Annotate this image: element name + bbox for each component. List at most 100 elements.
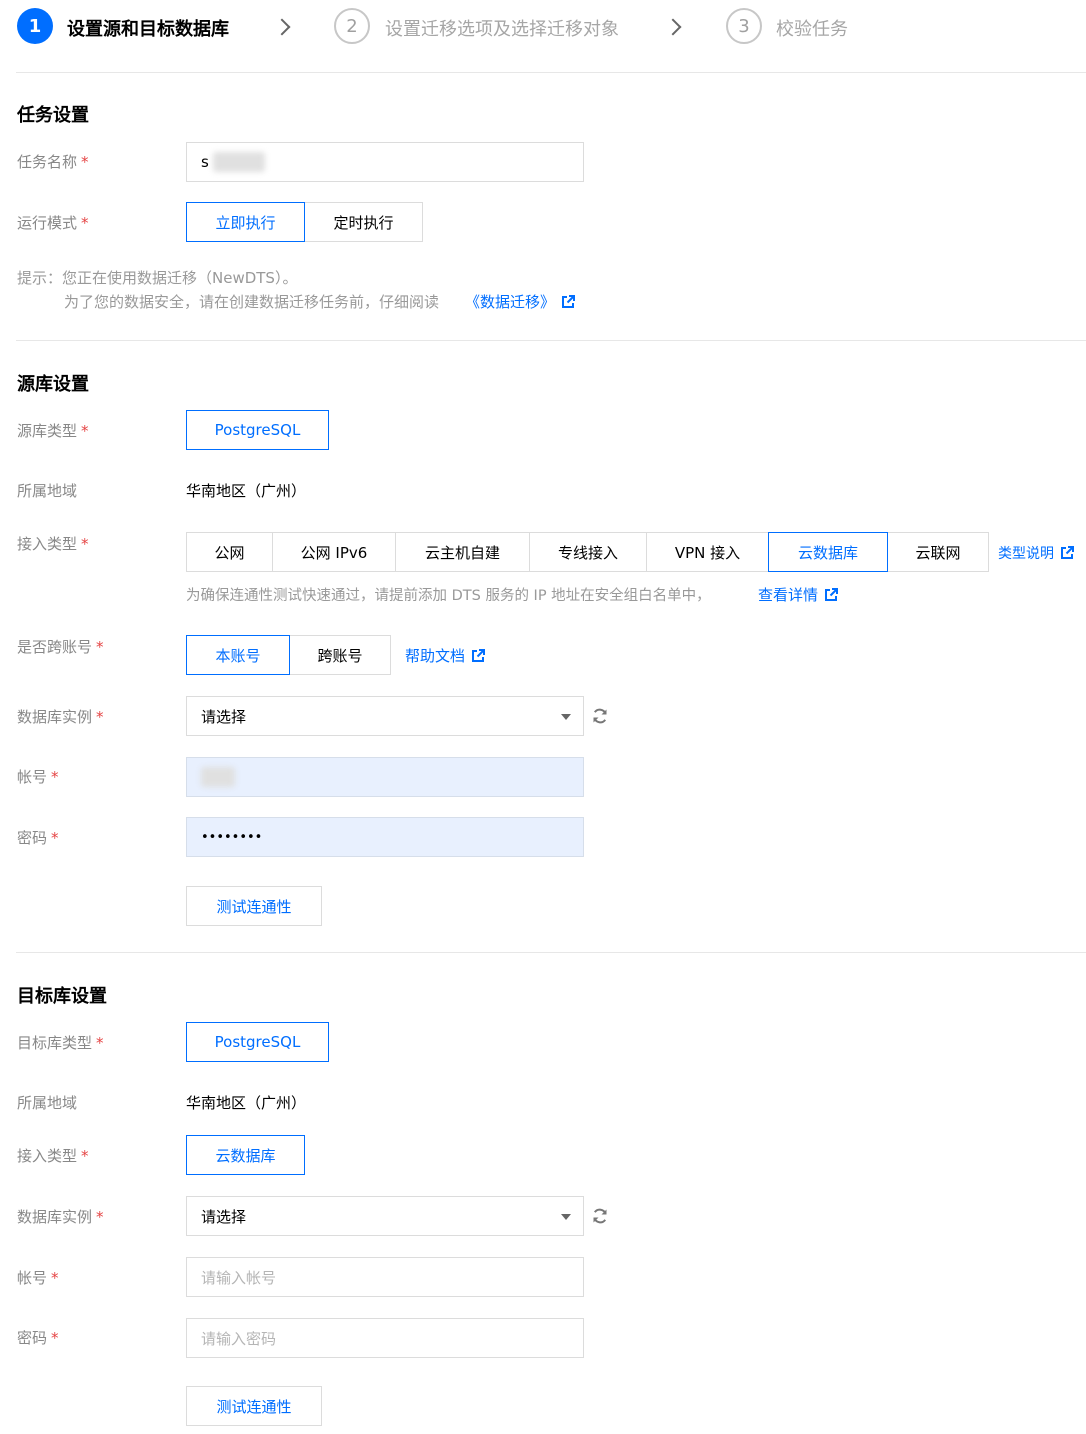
run-mode-label: 运行模式 * bbox=[17, 212, 89, 233]
password-mask: •••••••• bbox=[201, 829, 263, 845]
label-text: 数据库实例 bbox=[17, 1208, 93, 1226]
placeholder-text: 请输入帐号 bbox=[201, 1268, 277, 1287]
step-number: 3 bbox=[738, 15, 750, 37]
redacted-text bbox=[212, 152, 265, 172]
required-mark: * bbox=[81, 1147, 89, 1165]
label-text: 接入类型 bbox=[17, 1147, 78, 1165]
source-password-input[interactable]: •••••••• bbox=[186, 817, 584, 857]
target-db-type-label: 目标库类型 * bbox=[17, 1032, 104, 1053]
target-section-title: 目标库设置 bbox=[17, 986, 107, 1007]
help-doc-link[interactable]: 帮助文档 bbox=[405, 645, 486, 666]
required-mark: * bbox=[51, 1269, 59, 1287]
required-mark: * bbox=[81, 214, 89, 232]
source-test-connectivity-button[interactable]: 测试连通性 bbox=[186, 886, 322, 926]
target-db-type-postgresql[interactable]: PostgreSQL bbox=[186, 1022, 329, 1062]
step-3-indicator: 3 bbox=[726, 8, 762, 44]
required-mark: * bbox=[96, 1034, 104, 1052]
external-link-icon bbox=[472, 648, 486, 662]
label-text: 数据库实例 bbox=[17, 708, 93, 726]
target-region-value: 华南地区（广州） bbox=[186, 1094, 307, 1112]
divider bbox=[16, 72, 1086, 73]
required-mark: * bbox=[96, 638, 104, 656]
source-region-label: 所属地域 bbox=[17, 482, 78, 500]
step-number: 1 bbox=[28, 15, 42, 37]
run-mode-immediate-button[interactable]: 立即执行 bbox=[186, 202, 305, 242]
label-text: 密码 bbox=[17, 1329, 48, 1347]
required-mark: * bbox=[51, 1329, 59, 1347]
target-account-input[interactable]: 请输入帐号 bbox=[186, 1257, 584, 1297]
source-account-input[interactable] bbox=[186, 757, 584, 797]
select-value: 请选择 bbox=[201, 1207, 247, 1226]
source-instance-select[interactable]: 请选择 bbox=[186, 696, 584, 736]
required-mark: * bbox=[51, 829, 59, 847]
label-text: 帐号 bbox=[17, 768, 48, 786]
task-name-input[interactable]: s bbox=[186, 142, 584, 182]
source-region-value: 华南地区（广州） bbox=[186, 482, 307, 500]
label-text: 目标库类型 bbox=[17, 1034, 93, 1052]
caret-down-icon bbox=[561, 714, 571, 720]
access-type-help-link[interactable]: 类型说明 bbox=[998, 543, 1074, 563]
access-hint-details-link[interactable]: 查看详情 bbox=[758, 584, 839, 605]
divider bbox=[16, 952, 1086, 953]
required-mark: * bbox=[81, 422, 89, 440]
source-db-type-label: 源库类型 * bbox=[17, 420, 89, 441]
target-access-cloud-database-button[interactable]: 云数据库 bbox=[186, 1135, 305, 1175]
required-mark: * bbox=[81, 535, 89, 553]
target-region-label: 所属地域 bbox=[17, 1094, 78, 1112]
same-account-button[interactable]: 本账号 bbox=[186, 635, 290, 675]
chevron-right-icon bbox=[273, 18, 291, 36]
link-text: 类型说明 bbox=[998, 546, 1054, 562]
task-section-title: 任务设置 bbox=[17, 105, 89, 126]
label-text: 密码 bbox=[17, 829, 48, 847]
target-access-type-label: 接入类型 * bbox=[17, 1145, 89, 1166]
source-access-type-label: 接入类型 * bbox=[17, 533, 89, 554]
tip-line-1: 提示：您正在使用数据迁移（NewDTS）。 bbox=[17, 269, 298, 287]
link-text: 《数据迁移》 bbox=[465, 293, 556, 311]
access-hint-text: 为确保连通性测试快速通过，请提前添加 DTS 服务的 IP 地址在安全组白名单中… bbox=[186, 588, 711, 604]
target-test-connectivity-button[interactable]: 测试连通性 bbox=[186, 1386, 322, 1426]
access-public-ipv6-button[interactable]: 公网 IPv6 bbox=[272, 532, 396, 572]
target-password-label: 密码 * bbox=[17, 1327, 59, 1348]
task-name-label: 任务名称 * bbox=[17, 151, 89, 172]
cross-account-label: 是否跨账号 * bbox=[17, 636, 104, 657]
access-direct-connect-button[interactable]: 专线接入 bbox=[529, 532, 647, 572]
access-cvm-self-built-button[interactable]: 云主机自建 bbox=[395, 532, 530, 572]
source-db-type-postgresql[interactable]: PostgreSQL bbox=[186, 410, 329, 450]
label-text: 源库类型 bbox=[17, 422, 78, 440]
refresh-icon[interactable] bbox=[590, 1206, 610, 1226]
refresh-icon[interactable] bbox=[590, 706, 610, 726]
caret-down-icon bbox=[561, 1214, 571, 1220]
access-vpn-button[interactable]: VPN 接入 bbox=[646, 532, 769, 572]
data-migration-doc-link[interactable]: 《数据迁移》 bbox=[465, 291, 576, 312]
step-3-label: 校验任务 bbox=[776, 19, 848, 40]
label-text: 任务名称 bbox=[17, 153, 78, 171]
label-text: 运行模式 bbox=[17, 214, 78, 232]
source-account-label: 帐号 * bbox=[17, 766, 59, 787]
step-1-label: 设置源和目标数据库 bbox=[67, 19, 229, 40]
step-2-label: 设置迁移选项及选择迁移对象 bbox=[385, 19, 619, 40]
target-password-input[interactable]: 请输入密码 bbox=[186, 1318, 584, 1358]
run-mode-scheduled-button[interactable]: 定时执行 bbox=[304, 202, 423, 242]
access-public-button[interactable]: 公网 bbox=[186, 532, 273, 572]
divider bbox=[16, 340, 1086, 341]
target-instance-select[interactable]: 请选择 bbox=[186, 1196, 584, 1236]
step-2-indicator: 2 bbox=[334, 8, 370, 44]
redacted-text bbox=[201, 767, 235, 787]
label-text: 是否跨账号 bbox=[17, 638, 93, 656]
required-mark: * bbox=[96, 1208, 104, 1226]
label-text: 帐号 bbox=[17, 1269, 48, 1287]
external-link-icon bbox=[1061, 546, 1074, 559]
source-instance-label: 数据库实例 * bbox=[17, 706, 104, 727]
target-account-label: 帐号 * bbox=[17, 1267, 59, 1288]
task-name-value: s bbox=[201, 153, 209, 171]
tip-line-2: 为了您的数据安全，请在创建数据迁移任务前，仔细阅读 bbox=[64, 293, 440, 311]
access-ccn-button[interactable]: 云联网 bbox=[887, 532, 989, 572]
step-1-indicator: 1 bbox=[17, 8, 53, 44]
cross-account-button[interactable]: 跨账号 bbox=[289, 635, 391, 675]
link-text: 帮助文档 bbox=[405, 647, 466, 665]
target-instance-label: 数据库实例 * bbox=[17, 1206, 104, 1227]
external-link-icon bbox=[825, 587, 839, 601]
access-cloud-database-button[interactable]: 云数据库 bbox=[768, 532, 888, 572]
label-text: 接入类型 bbox=[17, 535, 78, 553]
source-section-title: 源库设置 bbox=[17, 374, 89, 395]
